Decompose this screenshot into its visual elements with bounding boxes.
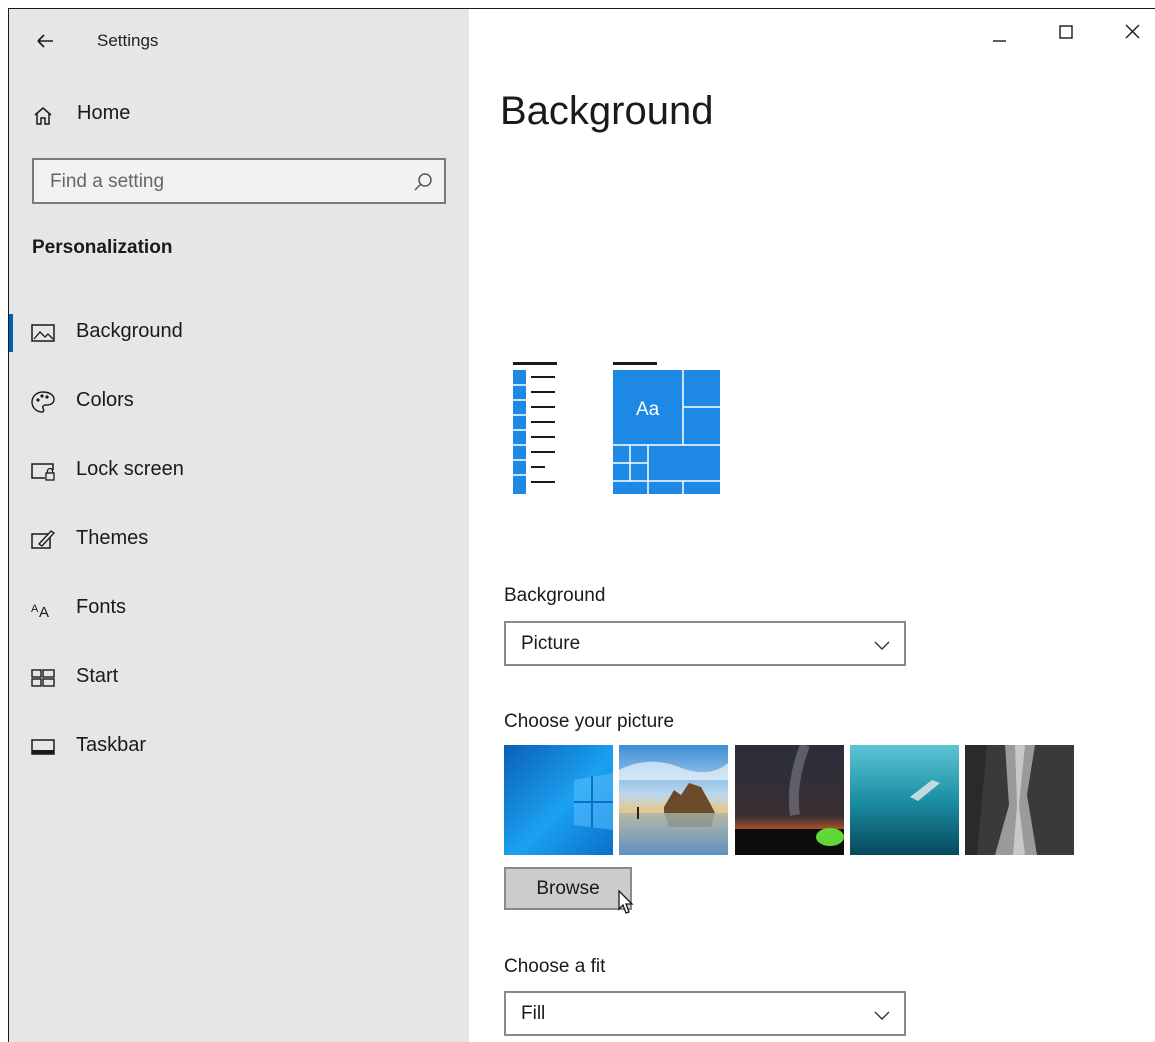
picture-thumbnail-night-sky[interactable] <box>735 745 844 855</box>
background-preview: Aa <box>509 360 729 500</box>
search-placeholder: Find a setting <box>50 171 165 192</box>
sidebar-item-taskbar[interactable]: Taskbar <box>9 717 469 777</box>
themes-icon <box>29 527 57 553</box>
active-indicator <box>9 314 13 352</box>
sidebar-item-start[interactable]: Start <box>9 648 469 708</box>
sidebar-item-themes[interactable]: Themes <box>9 510 469 570</box>
sidebar-item-fonts[interactable]: A A Fonts <box>9 579 469 639</box>
palette-icon <box>29 389 57 415</box>
sidebar-item-label: Taskbar <box>76 734 147 756</box>
back-arrow-icon <box>37 34 53 48</box>
section-title: Personalization <box>32 237 173 258</box>
sidebar-item-label: Lock screen <box>76 458 184 480</box>
maximize-icon <box>1059 25 1073 39</box>
mouse-cursor-icon <box>614 889 636 917</box>
search-icon[interactable] <box>412 171 434 193</box>
picture-thumbnail-rock[interactable] <box>965 745 1074 855</box>
fit-dropdown[interactable]: Fill <box>504 991 906 1036</box>
minimize-button[interactable] <box>979 17 1019 49</box>
sidebar-item-label: Start <box>76 665 119 687</box>
picture-thumbnail-underwater[interactable] <box>850 745 959 855</box>
sidebar-item-label: Colors <box>76 389 134 411</box>
picture-thumbnail-windows[interactable] <box>504 745 613 855</box>
sidebar: Settings Home Find a setting Personaliza… <box>9 9 469 1042</box>
home-link[interactable]: Home <box>9 91 469 141</box>
fit-dropdown-value: Fill <box>521 1003 546 1024</box>
sidebar-item-label: Background <box>76 320 183 342</box>
svg-text:A: A <box>31 603 39 615</box>
preview-sample-text: Aa <box>636 399 660 420</box>
fit-label: Choose a fit <box>504 956 606 977</box>
search-input[interactable]: Find a setting <box>32 158 446 204</box>
app-title: Settings <box>97 31 159 50</box>
lock-screen-icon <box>29 458 57 484</box>
browse-button[interactable]: Browse <box>504 867 632 910</box>
back-button[interactable] <box>31 27 61 57</box>
sidebar-item-lock-screen[interactable]: Lock screen <box>9 441 469 501</box>
page-title: Background <box>500 89 714 133</box>
sidebar-item-background[interactable]: Background <box>9 303 469 363</box>
close-icon <box>1125 24 1140 39</box>
sidebar-item-label: Fonts <box>76 596 127 618</box>
chevron-down-icon <box>872 635 892 655</box>
choose-picture-label: Choose your picture <box>504 711 675 732</box>
sidebar-item-colors[interactable]: Colors <box>9 372 469 432</box>
picture-thumbnail-beach[interactable] <box>619 745 728 855</box>
picture-icon <box>29 320 57 346</box>
sidebar-item-label: Themes <box>76 527 149 549</box>
home-icon <box>31 104 55 128</box>
maximize-button[interactable] <box>1046 17 1086 49</box>
taskbar-icon <box>29 734 57 760</box>
minimize-icon <box>993 40 1006 42</box>
svg-text:A: A <box>39 604 49 621</box>
main-content: Background Aa Background Picture Choose … <box>469 9 1155 1042</box>
close-button[interactable] <box>1112 17 1152 49</box>
start-icon <box>29 665 57 691</box>
home-label: Home <box>77 102 131 124</box>
background-dropdown-value: Picture <box>521 633 581 654</box>
chevron-down-icon <box>872 1005 892 1025</box>
fonts-icon: A A <box>29 596 57 622</box>
background-dropdown[interactable]: Picture <box>504 621 906 666</box>
background-label: Background <box>504 585 606 606</box>
